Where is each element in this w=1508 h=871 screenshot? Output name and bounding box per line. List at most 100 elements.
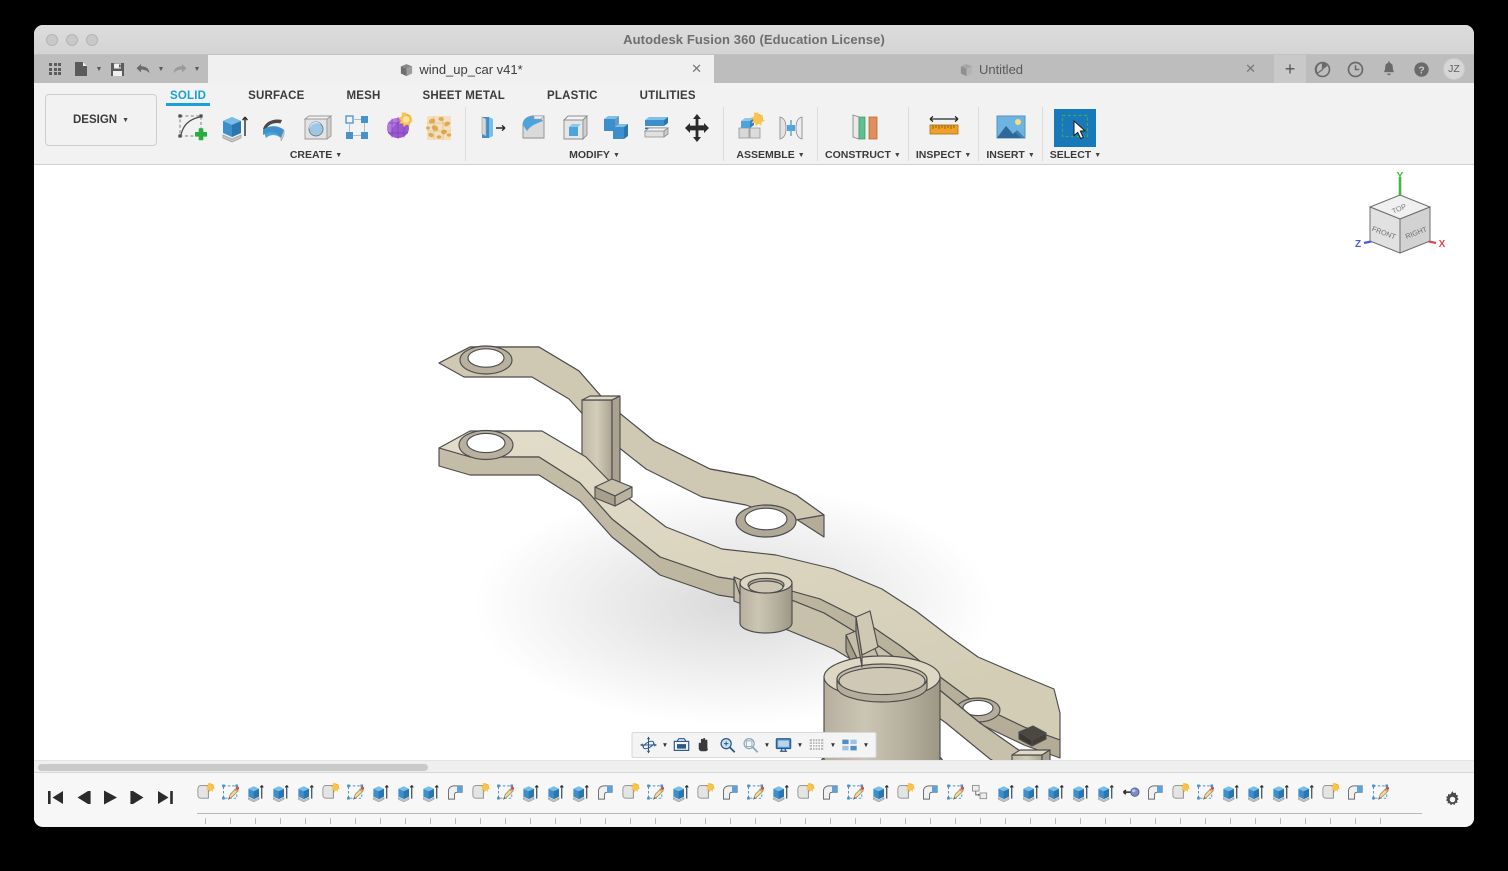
- timeline-feature-fillet[interactable]: [443, 783, 467, 824]
- timeline-feature-sketch[interactable]: [1318, 782, 1342, 824]
- measure-icon[interactable]: [923, 109, 965, 147]
- file-menu-caret-icon[interactable]: ▼: [94, 55, 104, 83]
- ribbon-group-label[interactable]: CONSTRUCT ▼: [825, 149, 901, 161]
- job-status-icon[interactable]: [1339, 55, 1372, 83]
- joint-icon[interactable]: [772, 109, 810, 147]
- step-back-button[interactable]: [75, 790, 91, 810]
- fit-caret-icon[interactable]: ▼: [763, 734, 772, 756]
- timeline-feature-extrude[interactable]: [1293, 783, 1317, 824]
- timeline-feature-extrude[interactable]: [993, 783, 1017, 824]
- tab-mesh[interactable]: MESH: [347, 90, 381, 105]
- horizontal-scrollbar[interactable]: [34, 760, 1474, 772]
- step-forward-button[interactable]: [130, 790, 146, 810]
- timeline-feature-sketch-edit[interactable]: [218, 783, 242, 824]
- timeline-feature-fillet[interactable]: [818, 783, 842, 824]
- tab-utilities[interactable]: UTILITIES: [640, 90, 696, 105]
- document-tab-untitled[interactable]: Untitled ✕: [714, 55, 1268, 83]
- timeline-features[interactable]: [189, 773, 1430, 827]
- document-tab-wind-up-car[interactable]: wind_up_car v41* ✕: [208, 55, 714, 83]
- timeline-feature-joint[interactable]: [1118, 783, 1142, 824]
- help-icon[interactable]: ?: [1405, 55, 1438, 83]
- timeline-feature-fillet[interactable]: [718, 783, 742, 824]
- timeline-feature-extrude[interactable]: [368, 783, 392, 824]
- combine-icon[interactable]: [596, 109, 634, 147]
- create-sketch-icon[interactable]: [174, 109, 212, 147]
- close-icon[interactable]: ✕: [1245, 62, 1256, 75]
- timeline-feature-extrude[interactable]: [393, 783, 417, 824]
- timeline-feature-sketch[interactable]: [618, 782, 642, 824]
- timeline-feature-component[interactable]: [968, 783, 992, 824]
- viewports-icon[interactable]: [839, 734, 861, 756]
- timeline-feature-extrude[interactable]: [1268, 783, 1292, 824]
- create-form-icon[interactable]: [379, 109, 417, 147]
- close-icon[interactable]: ✕: [691, 62, 702, 75]
- ribbon-group-label[interactable]: INSPECT ▼: [916, 149, 971, 161]
- ribbon-group-label[interactable]: INSERT ▼: [986, 149, 1034, 161]
- display-settings-caret-icon[interactable]: ▼: [796, 734, 805, 756]
- fillet-icon[interactable]: [514, 109, 552, 147]
- timeline-feature-sketch[interactable]: [193, 782, 217, 824]
- grid-snaps-icon[interactable]: [806, 734, 828, 756]
- avatar[interactable]: JZ: [1443, 58, 1465, 80]
- viewports-caret-icon[interactable]: ▼: [862, 734, 871, 756]
- split-face-icon[interactable]: [637, 109, 675, 147]
- workspace-switcher-button[interactable]: DESIGN ▼: [45, 94, 157, 146]
- orbit-icon[interactable]: [638, 734, 660, 756]
- horizontal-scrollbar-thumb[interactable]: [38, 764, 428, 771]
- extrude-icon[interactable]: [215, 109, 253, 147]
- timeline-feature-sketch-edit[interactable]: [843, 783, 867, 824]
- timeline-feature-extrude[interactable]: [868, 783, 892, 824]
- timeline-feature-fillet[interactable]: [918, 783, 942, 824]
- timeline-feature-sketch-edit[interactable]: [1193, 783, 1217, 824]
- redo-icon[interactable]: [166, 55, 192, 83]
- mesh-create-icon[interactable]: [420, 109, 458, 147]
- timeline-feature-fillet[interactable]: [1343, 783, 1367, 824]
- timeline-feature-sketch-edit[interactable]: [493, 783, 517, 824]
- timeline-feature-extrude[interactable]: [1243, 783, 1267, 824]
- model-3d-linkage-assembly[interactable]: [34, 165, 1474, 765]
- timeline-feature-sketch-edit[interactable]: [1368, 783, 1392, 824]
- pattern-icon[interactable]: [338, 109, 376, 147]
- go-to-end-button[interactable]: [157, 790, 173, 810]
- timeline-feature-sketch[interactable]: [1168, 782, 1192, 824]
- extensions-icon[interactable]: [1306, 55, 1339, 83]
- look-at-icon[interactable]: [671, 734, 693, 756]
- redo-menu-caret-icon[interactable]: ▼: [192, 55, 202, 83]
- viewcube[interactable]: Y X Z TOP FRONT RIGHT: [1350, 171, 1450, 267]
- fit-icon[interactable]: [740, 734, 762, 756]
- timeline-feature-extrude[interactable]: [518, 783, 542, 824]
- play-button[interactable]: [102, 789, 119, 811]
- new-component-icon[interactable]: [731, 109, 769, 147]
- tab-solid[interactable]: SOLID: [165, 90, 211, 106]
- ribbon-group-label[interactable]: MODIFY ▼: [569, 149, 620, 161]
- timeline-feature-extrude[interactable]: [1043, 783, 1067, 824]
- new-tab-button[interactable]: +: [1274, 55, 1306, 83]
- display-settings-icon[interactable]: [773, 734, 795, 756]
- timeline-feature-extrude[interactable]: [243, 783, 267, 824]
- timeline-feature-sketch[interactable]: [468, 782, 492, 824]
- tab-surface[interactable]: SURFACE: [248, 90, 304, 105]
- press-pull-icon[interactable]: [473, 109, 511, 147]
- timeline-feature-extrude[interactable]: [668, 783, 692, 824]
- timeline-feature-sketch-edit[interactable]: [643, 783, 667, 824]
- timeline-feature-sketch-edit[interactable]: [943, 783, 967, 824]
- offset-plane-icon[interactable]: [842, 109, 884, 147]
- insert-image-icon[interactable]: [990, 109, 1032, 147]
- grid-snaps-caret-icon[interactable]: ▼: [829, 734, 838, 756]
- file-icon[interactable]: [68, 55, 94, 83]
- go-to-beginning-button[interactable]: [48, 790, 64, 810]
- gear-icon[interactable]: [1430, 790, 1474, 809]
- tab-sheet-metal[interactable]: SHEET METAL: [423, 90, 506, 105]
- timeline-feature-sketch-edit[interactable]: [743, 783, 767, 824]
- shell-icon[interactable]: [555, 109, 593, 147]
- move-copy-icon[interactable]: [678, 109, 716, 147]
- sphere-icon[interactable]: [297, 109, 335, 147]
- zoom-icon[interactable]: [717, 734, 739, 756]
- timeline-feature-sketch-edit[interactable]: [343, 783, 367, 824]
- design-canvas[interactable]: Y X Z TOP FRONT RIGHT ▼ ▼ ▼ ▼ ▼: [34, 165, 1474, 772]
- timeline-feature-fillet[interactable]: [593, 783, 617, 824]
- revolve-icon[interactable]: [256, 109, 294, 147]
- ribbon-group-label[interactable]: SELECT ▼: [1050, 149, 1101, 161]
- timeline-feature-extrude[interactable]: [418, 783, 442, 824]
- tab-plastic[interactable]: PLASTIC: [547, 90, 598, 105]
